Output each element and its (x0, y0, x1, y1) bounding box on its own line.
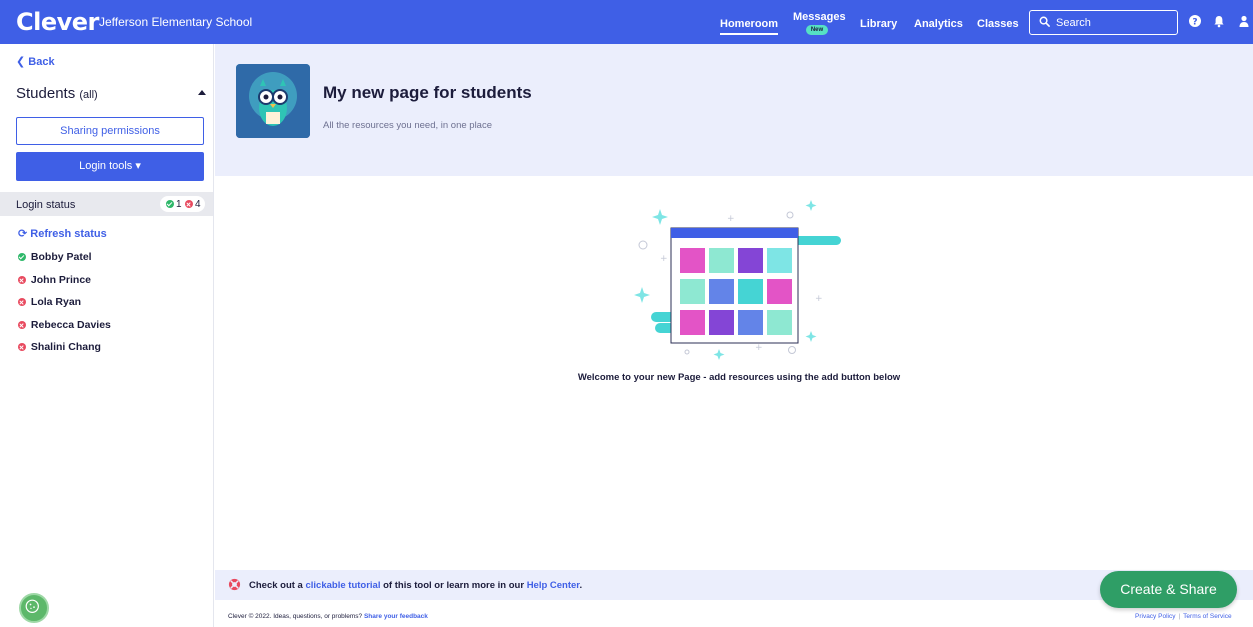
privacy-policy-link[interactable]: Privacy Policy (1135, 613, 1175, 620)
check-circle-icon (18, 253, 26, 261)
students-title: Students (16, 85, 76, 102)
copyright-text: Clever © 2022. Ideas, questions, or prob… (228, 613, 364, 620)
x-circle-icon (185, 200, 193, 208)
page-header-banner (215, 44, 1253, 176)
bell-icon[interactable] (1212, 14, 1226, 28)
login-status-counts: 1 4 (160, 196, 205, 212)
logged-out-count-value: 4 (195, 199, 201, 210)
student-item[interactable]: Rebecca Davies (18, 319, 111, 331)
new-badge: New (806, 25, 828, 35)
search-placeholder: Search (1056, 17, 1091, 29)
students-filter: (all) (79, 89, 98, 101)
footer-divider: | (1178, 613, 1181, 620)
svg-text:?: ? (1192, 18, 1197, 28)
nav-messages[interactable]: Messages New (793, 11, 846, 35)
student-name: Bobby Patel (30, 251, 92, 263)
back-button[interactable]: ❮ Back (16, 55, 55, 68)
x-circle-icon (18, 298, 26, 306)
sidebar: ❮ Back Students (all) Sharing permission… (0, 44, 214, 627)
nav-messages-label: Messages (793, 11, 846, 23)
student-item[interactable]: Bobby Patel (18, 251, 92, 263)
collapse-caret-icon[interactable] (198, 90, 206, 95)
nav-classes[interactable]: Classes (977, 18, 1019, 30)
help-middle: of this tool or learn more in our (380, 580, 527, 591)
student-name: John Prince (30, 274, 92, 286)
x-circle-icon (18, 343, 26, 351)
page-subtitle: All the resources you need, in one place (323, 120, 492, 131)
login-status-label: Login status (16, 199, 76, 211)
student-name: Rebecca Davies (30, 319, 111, 331)
school-name: Jefferson Elementary School (99, 15, 253, 29)
user-icon[interactable] (1237, 14, 1251, 28)
student-name: Shalini Chang (30, 341, 101, 353)
student-item[interactable]: Lola Ryan (18, 296, 81, 308)
share-feedback-link[interactable]: Share your feedback (364, 613, 428, 620)
welcome-message: Welcome to your new Page - add resources… (577, 372, 901, 383)
students-heading: Students (all) (16, 85, 98, 102)
login-tools-button[interactable]: Login tools ▾ (16, 152, 204, 181)
x-circle-icon (18, 321, 26, 329)
student-name: Lola Ryan (30, 296, 82, 308)
footer-links: Privacy Policy | Terms of Service (1135, 613, 1232, 620)
footer-copyright: Clever © 2022. Ideas, questions, or prob… (228, 613, 428, 620)
svg-text:+: + (815, 294, 823, 304)
svg-text:+: + (660, 254, 668, 264)
back-label: Back (28, 56, 55, 68)
logged-in-count: 1 (166, 199, 182, 210)
terms-of-service-link[interactable]: Terms of Service (1183, 613, 1231, 620)
create-share-button[interactable]: Create & Share (1100, 571, 1237, 608)
help-text: Check out a clickable tutorial of this t… (249, 580, 582, 591)
owl-thumbnail-icon[interactable] (236, 64, 310, 138)
student-item[interactable]: Shalini Chang (18, 341, 101, 353)
nav-homeroom[interactable]: Homeroom (720, 18, 779, 35)
clickable-tutorial-link[interactable]: clickable tutorial (306, 580, 381, 591)
cookie-settings-icon[interactable] (19, 593, 49, 623)
student-item[interactable]: John Prince (18, 274, 91, 286)
search-input[interactable]: Search (1029, 10, 1178, 35)
lifebuoy-icon (228, 578, 241, 591)
x-circle-icon (18, 276, 26, 284)
help-icon[interactable]: ? (1188, 14, 1202, 28)
page-title: My new page for students (323, 83, 532, 102)
refresh-icon: ⟳ (18, 228, 28, 240)
svg-text:+: + (755, 343, 763, 353)
help-center-link[interactable]: Help Center (527, 580, 580, 591)
sharing-permissions-button[interactable]: Sharing permissions (16, 117, 204, 145)
logged-in-count-value: 1 (176, 199, 182, 210)
help-suffix: . (579, 580, 583, 591)
clever-logo[interactable]: Clever (16, 8, 99, 36)
logged-out-count: 4 (185, 199, 201, 210)
help-prefix: Check out a (249, 580, 306, 591)
refresh-status-button[interactable]: ⟳ Refresh status (18, 227, 107, 240)
empty-page-illustration: + + + + (634, 200, 841, 360)
chevron-left-icon: ❮ (16, 56, 26, 68)
login-status-bar: Login status 1 4 (0, 192, 213, 216)
check-circle-icon (166, 200, 174, 208)
search-icon (1039, 16, 1050, 27)
refresh-status-label: Refresh status (30, 228, 107, 240)
svg-text:+: + (727, 214, 735, 224)
top-navigation-bar: Clever Jefferson Elementary School Homer… (0, 0, 1253, 44)
nav-library[interactable]: Library (860, 18, 897, 30)
nav-analytics[interactable]: Analytics (914, 18, 963, 30)
